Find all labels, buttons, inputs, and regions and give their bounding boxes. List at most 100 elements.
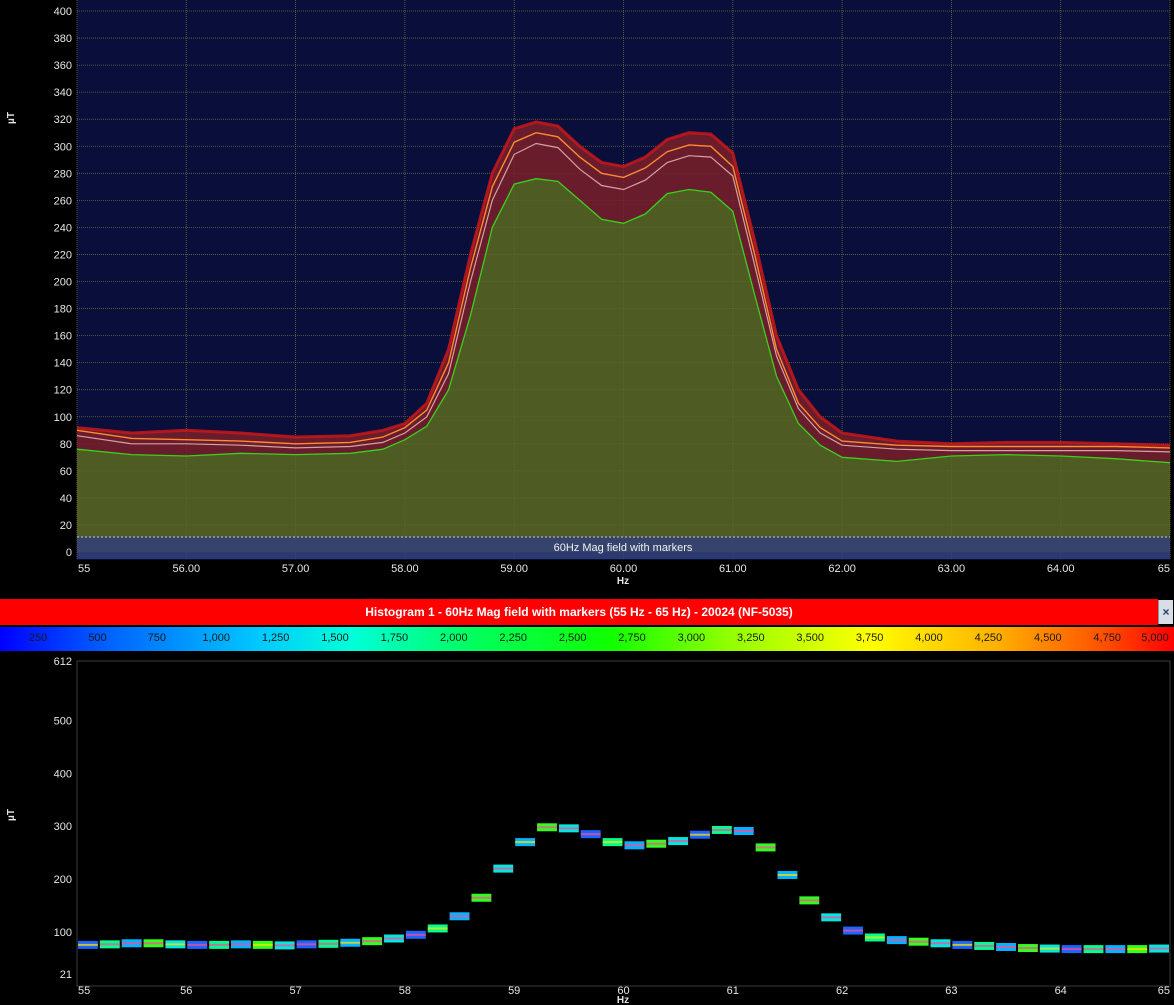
histogram-cell-highlight	[537, 826, 557, 829]
histogram-cell-highlight	[711, 828, 732, 831]
y-tick-label: 220	[54, 249, 72, 261]
histogram-cell-highlight	[384, 937, 404, 940]
y-tick-label: 60	[60, 466, 72, 478]
colorbar-label: 500	[88, 632, 107, 644]
histogram-plot-area	[76, 660, 1171, 987]
histogram-cell-highlight	[821, 916, 842, 919]
histogram-cell-highlight	[493, 867, 514, 870]
histogram-cell-highlight	[165, 943, 186, 946]
magnetic-field-chart: 60Hz Mag field with markers 0 20 40 60 80 100…	[6, 0, 1171, 587]
histogram-x-tick-label: 61	[727, 985, 739, 997]
histogram-cell-highlight	[864, 936, 885, 939]
x-tick-label: 56.00	[173, 563, 201, 575]
x-axis-ticks: 55 56.00 57.00 58.00 59.00 60.00 61.00 62.00 63.…	[78, 563, 1170, 575]
colorbar-label: 250	[28, 632, 48, 644]
y-tick-label: 160	[54, 331, 72, 343]
histogram-cell-highlight	[209, 943, 230, 946]
histogram-y-tick-label: 400	[54, 768, 72, 780]
histogram-cell-highlight	[843, 929, 863, 932]
x-tick-label: 63.00	[938, 563, 966, 575]
x-tick-label: 60.00	[610, 563, 638, 575]
histogram-cell-highlight	[121, 942, 142, 945]
histogram-cell-highlight	[405, 933, 426, 936]
colorbar-label: 4,750	[1093, 632, 1121, 644]
histogram-cell-highlight	[690, 833, 710, 836]
histogram-cell-highlight	[296, 943, 317, 946]
x-tick-label: 57.00	[282, 563, 310, 575]
y-tick-label: 360	[54, 60, 72, 72]
colorbar-label: 1,500	[321, 632, 349, 644]
y-tick-label: 100	[54, 412, 72, 424]
histogram-y-tick-label: 100	[54, 927, 72, 939]
histogram-y-axis-title: µT	[6, 809, 17, 821]
histogram-cell-highlight	[471, 896, 492, 899]
histogram-x-tick-label: 55	[78, 985, 90, 997]
colorbar-label: 3,000	[677, 632, 706, 644]
histogram-y-tick-label: 612	[54, 656, 72, 668]
histogram-colorbar: 250 500 750 1,000 1,250 1,500 1,750 2,000 2,250 2…	[0, 627, 1174, 651]
histogram-cell-highlight	[1039, 947, 1060, 950]
y-tick-label: 340	[54, 87, 72, 99]
y-tick-label: 80	[60, 439, 72, 451]
y-tick-label: 320	[54, 114, 72, 126]
histogram-x-axis-title: Hz	[617, 995, 629, 1005]
marker-band-label: 60Hz Mag field with markers	[554, 542, 693, 554]
histogram-x-tick-label: 56	[180, 985, 192, 997]
histogram-cell-highlight	[515, 841, 536, 844]
y-tick-label: 240	[54, 222, 72, 234]
histogram-cell-highlight	[99, 943, 120, 946]
histogram-cell-highlight	[624, 844, 645, 847]
y-tick-label: 180	[54, 304, 72, 316]
histogram-cell-highlight	[1061, 948, 1082, 951]
histogram-y-tick-label: 300	[54, 821, 72, 833]
histogram-cell-highlight	[646, 842, 667, 845]
histogram-cell-highlight	[908, 940, 929, 943]
close-icon[interactable]: ×	[1158, 600, 1173, 624]
y-tick-label: 380	[54, 33, 72, 45]
histogram-cell-highlight	[974, 944, 995, 947]
histogram-cell-highlight	[274, 944, 295, 947]
histogram-cell-highlight	[1105, 948, 1126, 951]
colorbar-label: 1,000	[202, 632, 230, 644]
histogram-cell-highlight	[580, 833, 601, 836]
x-tick-label: 62.00	[828, 563, 856, 575]
histogram-x-tick-label: 65	[1158, 985, 1170, 997]
y-tick-label: 20	[60, 520, 72, 532]
histogram-cell-highlight	[733, 830, 754, 833]
x-axis-title: Hz	[617, 576, 629, 587]
y-axis-title: µT	[6, 112, 17, 124]
colorbar-label: 4,000	[915, 632, 943, 644]
histogram-cell-highlight	[318, 942, 339, 945]
histogram-cell-highlight	[996, 945, 1016, 948]
colorbar-label: 750	[147, 632, 166, 644]
histogram-x-tick-label: 63	[945, 985, 957, 997]
histogram-cell-highlight	[1127, 948, 1148, 951]
histogram-cell-highlight	[78, 943, 98, 946]
colorbar-label: 2,250	[499, 632, 527, 644]
histogram-cell-highlight	[777, 873, 798, 876]
histogram-cell-highlight	[755, 846, 776, 849]
colorbar-label: 1,750	[380, 632, 409, 644]
histogram-cell-highlight	[427, 927, 448, 930]
y-tick-label: 40	[60, 493, 72, 505]
y-tick-label: 280	[54, 168, 72, 180]
histogram-cell-highlight	[799, 899, 820, 902]
y-tick-label: 140	[54, 358, 72, 370]
colorbar-label: 5,000	[1141, 632, 1169, 644]
histogram-cell-highlight	[252, 943, 273, 946]
y-tick-label: 120	[54, 385, 72, 397]
histogram-x-tick-label: 59	[508, 985, 520, 997]
histogram-y-tick-label: 500	[54, 715, 72, 727]
histogram-x-tick-label: 57	[289, 985, 301, 997]
histogram-cell-highlight	[886, 939, 907, 942]
histogram-y-tick-label: 200	[54, 874, 72, 886]
colorbar-label: 3,250	[737, 632, 765, 644]
x-tick-label: 61.00	[719, 563, 747, 575]
histogram-cell-highlight	[1083, 948, 1104, 951]
x-tick-label: 64.00	[1047, 563, 1075, 575]
histogram-cell-highlight	[143, 942, 164, 945]
histogram-x-tick-label: 64	[1055, 985, 1067, 997]
histogram-chart: 21100200300400500612 55 56 57 58 59 60 61 62 63 6…	[6, 656, 1171, 1005]
y-tick-label: 200	[54, 277, 72, 289]
colorbar-label: 3,500	[796, 632, 824, 644]
